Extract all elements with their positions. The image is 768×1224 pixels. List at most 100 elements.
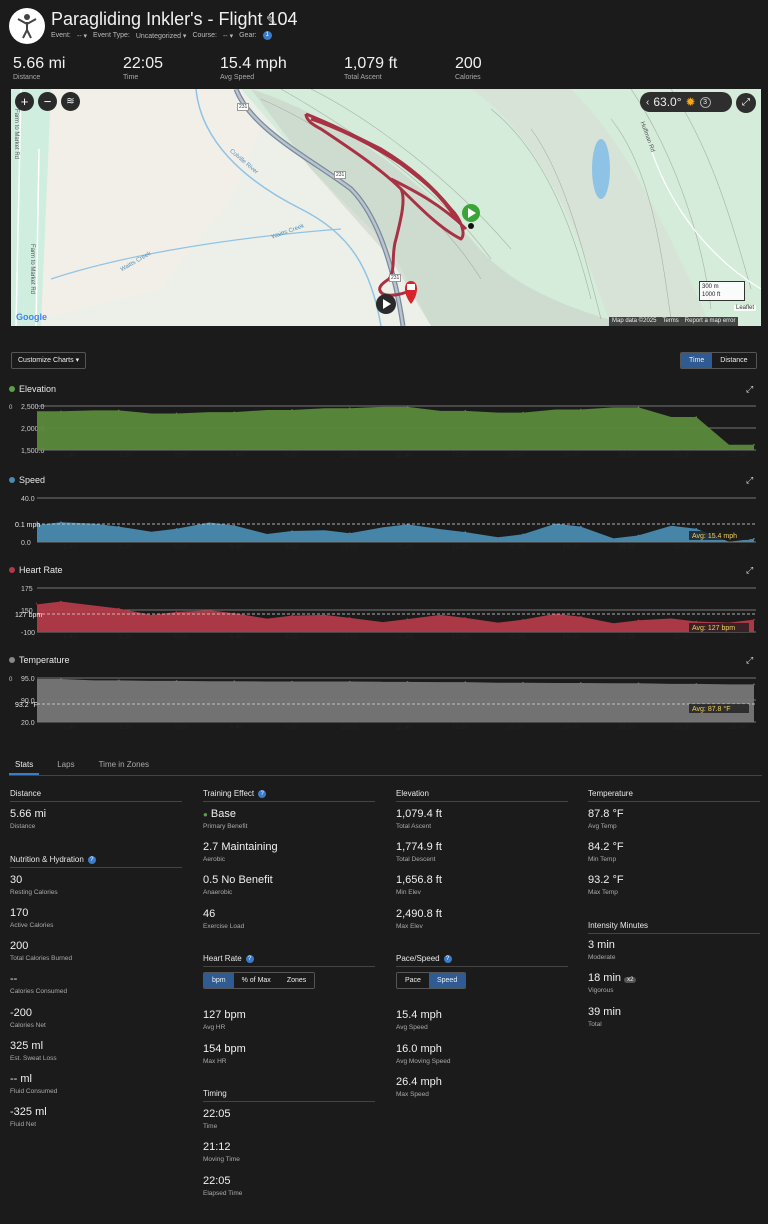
zoom-out-button[interactable]: − xyxy=(38,92,57,111)
tab-time-in-zones[interactable]: Time in Zones xyxy=(93,757,155,775)
distance-section: Distance xyxy=(10,789,182,802)
pace-speed-toggle[interactable]: Pace Speed xyxy=(396,972,467,989)
zoom-in-button[interactable]: + xyxy=(15,92,34,111)
reference-label: 127 bpm xyxy=(15,612,42,619)
y-tick-label: 175 xyxy=(21,586,33,593)
zones-toggle[interactable]: Zones xyxy=(278,973,315,988)
stat-avg-moving-speed: 16.0 mph Avg Moving Speed xyxy=(396,1043,451,1065)
stat-distance: 5.66 mi Distance xyxy=(10,808,47,830)
summary-label: Calories xyxy=(455,74,481,81)
y-tick-label: -100 xyxy=(21,630,35,637)
x-axis-toggle[interactable]: Time Distance xyxy=(680,352,757,369)
tab-laps[interactable]: Laps xyxy=(51,757,80,775)
x-tick-label: 5:00 xyxy=(174,544,188,550)
help-icon[interactable]: ? xyxy=(258,789,267,798)
stat-max-speed: 26.4 mph Max Speed xyxy=(396,1076,442,1098)
x-tick-label: 18:20 xyxy=(618,724,636,730)
data-point xyxy=(233,411,236,413)
reference-label: 93.2 °F xyxy=(15,701,38,709)
data-point xyxy=(175,528,178,530)
summary-value: 1,079 ft xyxy=(344,55,398,72)
hr-unit-toggle[interactable]: bpm % of Max Zones xyxy=(203,972,316,989)
heart-rate-chart[interactable]: 175150-1001:40 3:20 5:00 6:40 8:20 10:00 11:40… xyxy=(9,580,762,640)
speed-chart[interactable]: 40.0 0.0 1:40 3:20 5:00 6:40 8:20 10:00 11:40 13:… xyxy=(9,490,762,550)
stat-calories-net: -200 Calories Net xyxy=(10,1007,46,1029)
avg-label: Avg: 87.8 °F xyxy=(692,705,730,713)
edit-pencil-icon[interactable]: ✎ xyxy=(266,13,276,27)
y-tick-label: 95.0 xyxy=(21,676,35,683)
help-icon[interactable]: ? xyxy=(87,855,96,864)
help-icon[interactable]: ? xyxy=(245,954,254,963)
x-tick-label: 5:00 xyxy=(174,724,188,730)
summary-distance: 5.66 mi Distance xyxy=(13,55,65,83)
data-point xyxy=(522,618,524,621)
chevron-left-icon[interactable]: ‹ xyxy=(646,97,649,108)
event-type-select[interactable]: Uncategorized ▾ xyxy=(136,32,187,40)
temperature-chart[interactable]: 95.090.020.001:40 3:20 5:00 6:40 8:20 10:00 11… xyxy=(9,670,762,730)
stat-total-intensity: 39 min Total xyxy=(588,1006,622,1028)
elevation-chart-title: Elevation xyxy=(9,384,56,394)
avg-label: Avg: 127 bpm xyxy=(692,625,735,632)
x-tick-label: 8:20 xyxy=(285,724,299,730)
route-map[interactable]: Farm to Market Rd Farm to Market Rd Colv… xyxy=(11,89,761,326)
x-tick-label: 21:40 xyxy=(729,544,747,550)
stat-vigorous: 18 min x2 Vigorous xyxy=(588,972,637,994)
stat-fluid-net: -325 ml Fluid Net xyxy=(10,1106,47,1128)
data-point xyxy=(60,410,62,413)
percent-max-toggle[interactable]: % of Max xyxy=(233,973,279,988)
summary-total-ascent: 1,079 ft Total Ascent xyxy=(344,55,397,83)
data-point xyxy=(291,530,293,532)
data-point xyxy=(637,534,640,537)
x-tick-label: 20:00 xyxy=(674,724,692,730)
weather-widget[interactable]: ‹ 63.0° ✹ 3 xyxy=(640,92,732,112)
expand-elevation-icon[interactable]: ⤢ xyxy=(746,384,753,395)
gear-count-badge[interactable]: 1 xyxy=(262,31,272,40)
route-shield: 231 xyxy=(389,274,402,282)
stat-sweat-loss: 325 ml Est. Sweat Loss xyxy=(10,1040,57,1062)
course-select[interactable]: -- ▾ xyxy=(223,32,233,40)
tab-stats[interactable]: Stats xyxy=(9,757,40,775)
stat-anaerobic: 0.5 No Benefit Anaerobic xyxy=(203,874,273,896)
stat-avg-hr: 127 bpm Avg HR xyxy=(203,1009,246,1031)
x-tick-label: 13:20 xyxy=(452,724,470,730)
map-scale: 300 m 1000 ft xyxy=(699,281,745,301)
distance-toggle[interactable]: Distance xyxy=(712,353,756,368)
help-icon[interactable]: ? xyxy=(443,954,452,963)
data-point xyxy=(522,411,524,414)
x-tick-label: 6:40 xyxy=(230,634,244,640)
pace-toggle[interactable]: Pace xyxy=(397,973,429,988)
fullscreen-map-icon[interactable]: ⤢ xyxy=(736,93,756,113)
elevation-chart[interactable]: 2,500.02,000.01,500.001:40 3:20 5:00 6:40 8:… xyxy=(9,398,762,458)
report-map-error-link[interactable]: Report a map error xyxy=(685,318,736,325)
layers-button[interactable]: ≋ xyxy=(61,92,80,111)
leaflet-link[interactable]: Leaflet xyxy=(734,305,757,311)
expand-speed-icon[interactable]: ⤢ xyxy=(746,475,753,486)
stat-resting-calories: 30 Resting Calories xyxy=(10,874,58,896)
customize-charts-button[interactable]: Customize Charts ▾ xyxy=(11,352,87,369)
heart-rate-section: Heart Rate? xyxy=(203,954,375,967)
x-tick-label: 8:20 xyxy=(285,452,299,458)
stat-elapsed-time: 22:05 Elapsed Time xyxy=(203,1175,243,1197)
expand-heart-rate-icon[interactable]: ⤢ xyxy=(746,565,753,576)
data-point xyxy=(291,409,293,411)
playback-button[interactable] xyxy=(376,294,396,314)
event-select[interactable]: -- ▾ xyxy=(77,32,87,40)
intensity-minutes-section: Intensity Minutes xyxy=(588,921,760,934)
data-point xyxy=(348,407,351,409)
expand-temperature-icon[interactable]: ⤢ xyxy=(746,655,753,666)
x-tick-label: 15:00 xyxy=(507,452,525,458)
terms-link[interactable]: Terms xyxy=(662,318,678,325)
data-point xyxy=(464,531,467,533)
speed-toggle[interactable]: Speed xyxy=(428,973,466,988)
stat-calories-consumed: -- Calories Consumed xyxy=(10,973,68,995)
event-type-label: Event Type: xyxy=(93,32,130,39)
y-tick-label: 40.0 xyxy=(21,496,35,503)
section-title: Timing xyxy=(203,1089,375,1102)
x-tick-label: 8:20 xyxy=(285,544,299,550)
x-tick-label: 1:40 xyxy=(63,724,77,730)
time-toggle[interactable]: Time xyxy=(681,353,713,368)
data-point xyxy=(348,617,351,619)
map-canvas[interactable] xyxy=(11,89,761,326)
x-tick-label: 6:40 xyxy=(230,452,244,458)
bpm-toggle[interactable]: bpm xyxy=(204,973,234,988)
